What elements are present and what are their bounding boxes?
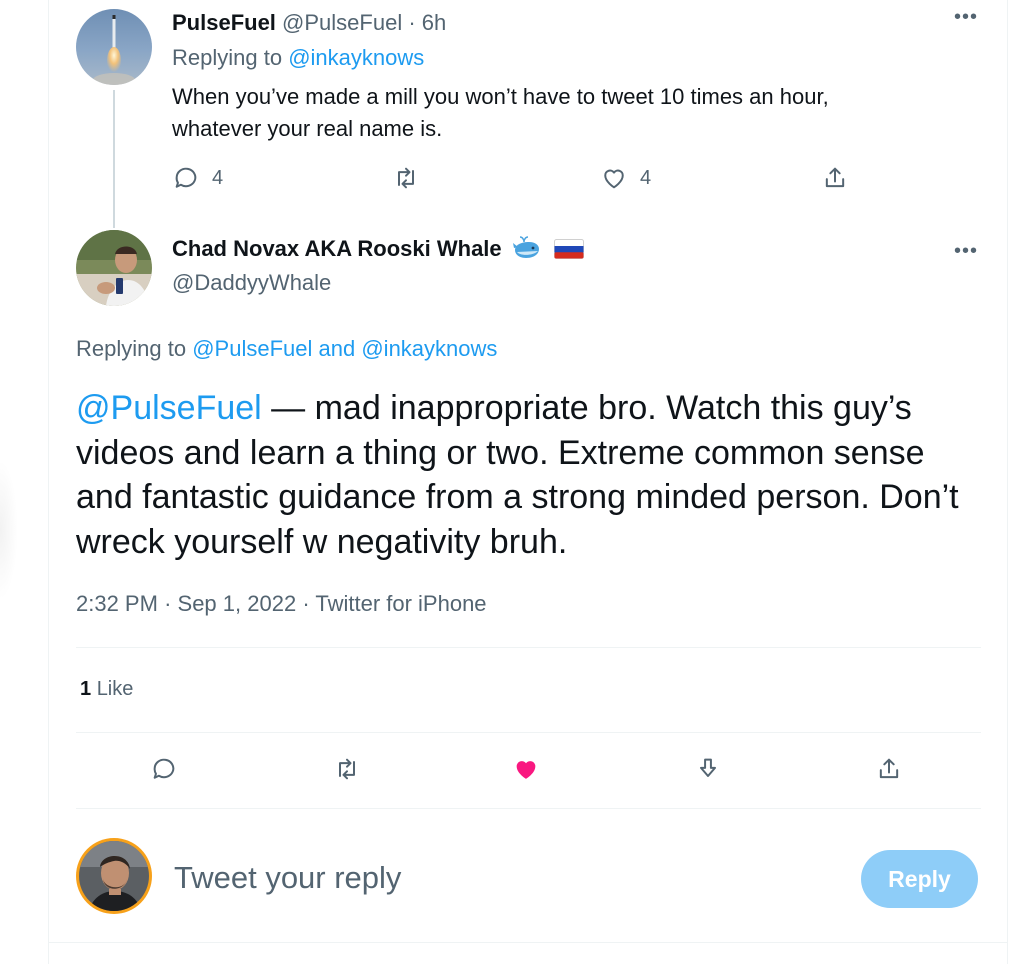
rocket-launch-image	[76, 9, 152, 85]
likes-count: 1	[80, 678, 92, 700]
side-panel-edge	[0, 460, 18, 600]
main-handle[interactable]: @DaddyyWhale	[172, 270, 331, 296]
likes-label: Like	[96, 678, 134, 700]
bookmark-action[interactable]	[694, 755, 722, 783]
more-dots-icon[interactable]: •••	[954, 240, 978, 263]
likes-summary[interactable]: 1 Like	[80, 678, 133, 701]
heart-filled-icon	[516, 761, 536, 779]
tweet-reply-input[interactable]: Tweet your reply	[174, 860, 401, 896]
separator-dot: ·	[302, 591, 310, 616]
share-action[interactable]	[821, 164, 849, 192]
share-action[interactable]	[875, 755, 903, 783]
profile-photo	[76, 230, 152, 306]
more-dots-icon[interactable]: •••	[954, 6, 978, 29]
separator-dot: ·	[408, 10, 416, 35]
parent-tweet-header: PulseFuel @PulseFuel · 6h	[172, 10, 446, 36]
reply-button[interactable]: Reply	[861, 850, 978, 908]
tweet-date[interactable]: Sep 1, 2022	[178, 591, 297, 616]
tweet-time[interactable]: 2:32 PM	[76, 591, 158, 616]
separator-dot: ·	[164, 591, 172, 616]
replying-and[interactable]: and	[319, 336, 356, 361]
reply-icon	[153, 758, 175, 779]
retweet-action[interactable]	[392, 164, 420, 192]
tweet-source[interactable]: Twitter for iPhone	[315, 591, 486, 616]
avatar-daddyywhale[interactable]	[76, 230, 152, 306]
main-display-name-row: Chad Novax AKA Rooski Whale	[172, 236, 584, 262]
tweet-text-line: whatever your real name is.	[172, 116, 443, 141]
divider	[76, 647, 981, 648]
like-action[interactable]: 4	[600, 164, 651, 192]
share-icon	[879, 758, 899, 779]
parent-replying-to: Replying to @inkayknows	[172, 45, 424, 71]
reply-count: 4	[212, 166, 224, 189]
divider	[48, 942, 1008, 943]
share-icon	[825, 167, 845, 188]
like-action[interactable]	[512, 755, 540, 783]
russia-flag-icon	[553, 239, 584, 259]
mention-link-inkayknows[interactable]: @inkayknows	[361, 336, 497, 361]
reply-action[interactable]: 4	[172, 164, 223, 192]
mention-link-inkayknows[interactable]: @inkayknows	[288, 45, 424, 70]
tweet-text-line: When you’ve made a mill you won’t have t…	[172, 84, 829, 109]
like-count: 4	[640, 166, 652, 189]
main-replying-to: Replying to @PulseFuel and @inkayknows	[76, 336, 497, 362]
avatar-pulsefuel[interactable]	[76, 9, 152, 85]
heart-outline-icon	[604, 169, 624, 189]
divider	[76, 732, 981, 733]
parent-tweet-text: When you’ve made a mill you won’t have t…	[172, 81, 932, 145]
retweet-icon	[398, 167, 414, 189]
parent-display-name[interactable]: PulseFuel	[172, 10, 276, 35]
parent-timestamp[interactable]: 6h	[422, 10, 446, 35]
main-display-name[interactable]: Chad Novax AKA Rooski Whale	[172, 236, 502, 262]
profile-photo	[79, 841, 149, 911]
thread-connector-line	[113, 90, 115, 228]
main-tweet-text: @PulseFuel — mad inappropriate bro. Watc…	[76, 386, 986, 564]
divider	[76, 808, 981, 809]
reply-action[interactable]	[150, 755, 178, 783]
current-user-avatar[interactable]	[76, 838, 152, 914]
download-arrow-icon	[700, 758, 716, 777]
retweet-icon	[339, 758, 355, 780]
mention-link-pulsefuel[interactable]: @PulseFuel	[76, 389, 262, 427]
mention-link-pulsefuel[interactable]: @PulseFuel	[192, 336, 312, 361]
replying-prefix: Replying to	[172, 45, 283, 70]
retweet-action[interactable]	[333, 755, 361, 783]
reply-icon	[175, 167, 197, 188]
replying-prefix: Replying to	[76, 336, 187, 361]
whale-emoji-icon	[512, 236, 539, 258]
parent-handle[interactable]: @PulseFuel	[282, 10, 402, 35]
tweet-meta: 2:32 PM · Sep 1, 2022 · Twitter for iPho…	[76, 591, 487, 617]
